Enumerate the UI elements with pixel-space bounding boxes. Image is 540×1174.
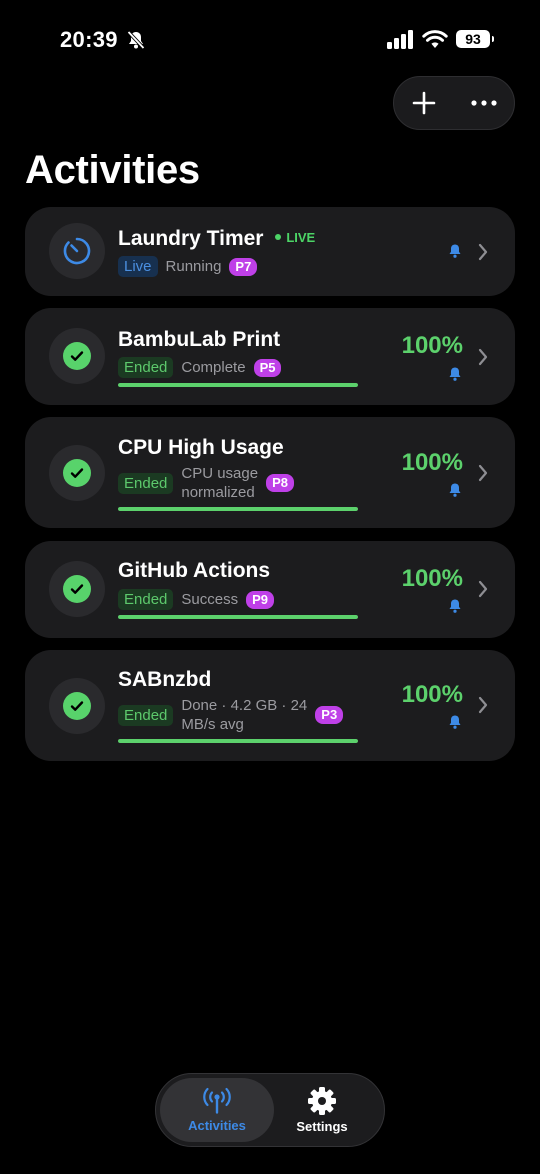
activity-meta: Ended Done · 4.2 GB · 24 MB/s avg P3 [118, 696, 344, 734]
tab-settings[interactable]: Settings [268, 1078, 376, 1142]
activity-status: Complete [181, 359, 246, 376]
chevron-right-icon [478, 348, 488, 366]
checkmark-icon [63, 692, 91, 720]
status-time: 20:39 [60, 27, 118, 52]
tab-bar: Activities Settings [155, 1073, 385, 1147]
state-badge: Ended [118, 472, 174, 494]
progress-fill [118, 507, 358, 511]
priority-badge: P8 [266, 474, 294, 492]
progress-bar [118, 507, 358, 511]
checkmark-icon [63, 459, 91, 487]
state-badge: Live [118, 256, 158, 277]
status-bar: 20:39 93 [0, 24, 540, 58]
progress-bar [118, 739, 358, 743]
activity-title: Laundry Timer LIVE [118, 227, 315, 251]
activity-card-cpu-high-usage[interactable]: CPU High Usage Ended CPU usage normalize… [25, 417, 515, 528]
activity-status-line: Done · 4.2 GB · 24 [181, 697, 308, 714]
live-tag-label: LIVE [286, 229, 316, 245]
activity-title: GitHub Actions [118, 559, 271, 582]
cellular-signal-icon [387, 30, 413, 49]
bell-icon[interactable] [447, 366, 463, 382]
priority-badge: P7 [229, 257, 258, 276]
plus-icon [412, 91, 436, 115]
activity-icon [49, 445, 105, 501]
activity-card-bambulab-print[interactable]: BambuLab Print Ended Complete P5 100% [25, 308, 515, 405]
activity-title: BambuLab Print [118, 328, 281, 351]
progress-fill [118, 615, 358, 619]
activity-card-sabnzbd[interactable]: SABnzbd Ended Done · 4.2 GB · 24 MB/s av… [25, 650, 515, 761]
chevron-right-icon [478, 696, 488, 714]
activity-title: CPU High Usage [118, 436, 284, 459]
activity-status-line: MB/s avg [181, 716, 244, 733]
activity-percent: 100% [401, 681, 463, 708]
more-button[interactable] [454, 76, 514, 130]
activity-status: CPU usage normalized [181, 464, 258, 502]
activity-status: Success [181, 591, 239, 608]
add-button[interactable] [394, 76, 454, 130]
chevron-right-icon [478, 464, 488, 482]
progress-fill [118, 739, 358, 743]
checkmark-icon [63, 342, 91, 370]
timer-icon [63, 237, 91, 265]
page-title: Activities [25, 148, 200, 192]
activity-meta: Ended Complete P5 [118, 357, 282, 378]
bell-icon[interactable] [447, 243, 463, 259]
tab-label: Settings [296, 1119, 348, 1134]
activity-title: SABnzbd [118, 668, 212, 691]
activity-status-line: CPU usage [181, 465, 259, 482]
progress-bar [118, 615, 358, 619]
activity-percent: 100% [401, 332, 463, 359]
chevron-right-icon [478, 243, 488, 261]
state-badge: Ended [118, 357, 174, 378]
more-icon [471, 100, 497, 106]
activity-card-laundry-timer[interactable]: Laundry Timer LIVE Live Running P7 [25, 207, 515, 296]
activity-title-text: Laundry Timer [118, 227, 264, 250]
activity-percent: 100% [401, 565, 463, 592]
chevron-right-icon [478, 580, 488, 598]
progress-bar [118, 383, 358, 387]
checkmark-icon [63, 575, 91, 603]
battery-indicator: 93 [456, 30, 494, 48]
activity-icon [49, 561, 105, 617]
top-action-pill [393, 76, 515, 130]
antenna-icon [203, 1087, 231, 1114]
gear-icon [308, 1087, 336, 1115]
activity-meta: Ended Success P9 [118, 589, 274, 610]
activity-icon [49, 223, 105, 279]
priority-badge: P5 [253, 358, 282, 377]
activity-icon [49, 328, 105, 384]
bell-icon[interactable] [447, 714, 463, 730]
activity-status: Running [165, 258, 222, 275]
activity-card-github-actions[interactable]: GitHub Actions Ended Success P9 100% [25, 541, 515, 638]
priority-badge: P9 [246, 590, 274, 609]
bell-icon[interactable] [447, 482, 463, 498]
state-badge: Ended [118, 704, 174, 726]
bell-icon[interactable] [447, 598, 463, 614]
tab-label: Activities [188, 1118, 246, 1133]
bell-slash-icon [127, 30, 145, 50]
activity-status-line: normalized [181, 484, 255, 501]
priority-badge: P3 [315, 706, 344, 724]
live-dot [275, 234, 282, 241]
tab-activities[interactable]: Activities [160, 1078, 274, 1142]
live-tag: LIVE [275, 230, 315, 245]
state-badge: Ended [118, 589, 174, 610]
activity-percent: 100% [401, 449, 463, 476]
progress-fill [118, 383, 358, 387]
activity-meta: Ended CPU usage normalized P8 [118, 464, 294, 502]
wifi-icon [422, 30, 448, 48]
activity-meta: Live Running P7 [118, 256, 258, 277]
activity-status: Done · 4.2 GB · 24 MB/s avg [181, 696, 307, 734]
activity-icon [49, 678, 105, 734]
